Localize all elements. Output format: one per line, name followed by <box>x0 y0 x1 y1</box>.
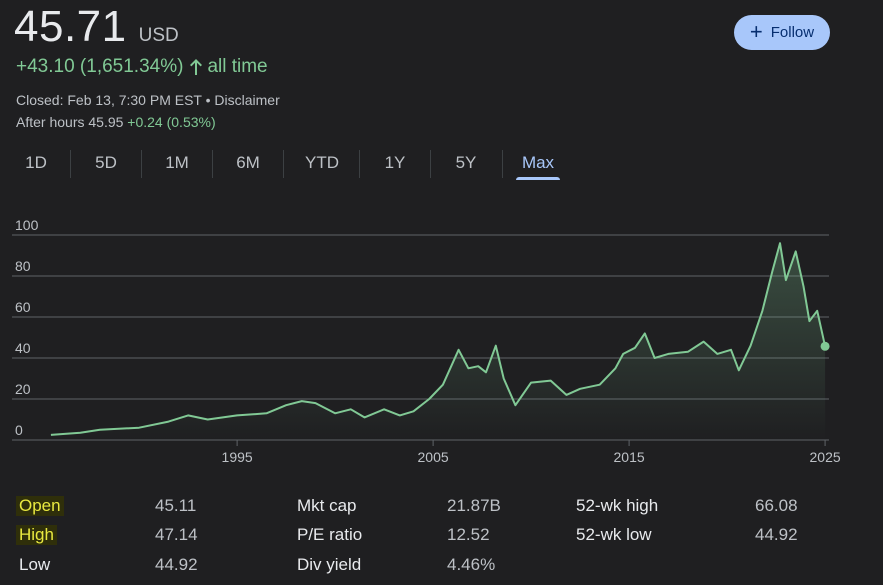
stat-divyield-label: Div yield <box>297 555 362 574</box>
stat-pe-value: 12.52 <box>447 525 490 544</box>
stat-low-label: Low <box>19 555 51 574</box>
x-tick-label: 1995 <box>222 449 253 465</box>
y-tick-label: 20 <box>15 381 31 397</box>
tab-1d[interactable]: 1D <box>14 146 58 180</box>
y-axis-labels: 0 20 40 60 80 100 <box>15 220 39 438</box>
stat-open-value: 45.11 <box>155 496 197 515</box>
tab-max[interactable]: Max <box>516 146 560 180</box>
separator-dot: • <box>201 92 215 108</box>
tab-1y[interactable]: 1Y <box>373 146 417 180</box>
price-area <box>50 243 826 440</box>
price-change: +43.10 (1,651.34%) all time <box>16 56 268 78</box>
x-axis-labels: 1995 2005 2015 2025 <box>222 440 841 465</box>
tab-divider <box>430 150 431 178</box>
stat-high-value: 47.14 <box>155 525 198 544</box>
stat-high-label: High <box>16 525 57 545</box>
tab-divider <box>283 150 284 178</box>
y-tick-label: 100 <box>15 220 39 233</box>
after-hours-change: +0.24 (0.53%) <box>127 114 216 130</box>
closed-time: Closed: Feb 13, 7:30 PM EST <box>16 92 202 108</box>
stat-mktcap-value: 21.87B <box>447 496 501 515</box>
stat-mktcap-label: Mkt cap <box>297 496 357 515</box>
time-range-tabs: 1D 5D 1M 6M YTD 1Y 5Y Max <box>0 146 600 182</box>
y-tick-label: 80 <box>15 258 31 274</box>
arrow-up-icon <box>189 58 203 76</box>
currency-label: USD <box>138 25 179 46</box>
last-price-dot <box>820 341 830 351</box>
stat-divyield-value: 4.46% <box>447 555 496 574</box>
price-chart[interactable]: 0 20 40 60 80 100 1995 2005 2015 2025 <box>0 220 883 470</box>
stat-52wk-low-value: 44.92 <box>755 525 798 544</box>
price-header: 45.71 USD <box>14 2 179 52</box>
tab-divider <box>141 150 142 178</box>
y-tick-label: 0 <box>15 422 23 438</box>
tab-ytd[interactable]: YTD <box>297 146 347 180</box>
tab-divider <box>502 150 503 178</box>
after-hours-info: After hours 45.95 +0.24 (0.53%) <box>16 114 216 130</box>
tab-1m[interactable]: 1M <box>155 146 199 180</box>
follow-button[interactable]: + Follow <box>734 15 830 50</box>
follow-label: Follow <box>770 24 815 41</box>
after-hours-price: After hours 45.95 <box>16 114 124 130</box>
stat-pe-label: P/E ratio <box>297 525 363 544</box>
stat-52wk-high-value: 66.08 <box>755 496 798 515</box>
stat-low-value: 44.92 <box>155 555 198 574</box>
change-value: +43.10 (1,651.34%) <box>16 56 184 77</box>
x-tick-label: 2025 <box>810 449 841 465</box>
x-tick-label: 2015 <box>614 449 645 465</box>
stat-open-label: Open <box>16 496 64 516</box>
disclaimer-link[interactable]: Disclaimer <box>214 92 279 108</box>
tab-5y[interactable]: 5Y <box>444 146 488 180</box>
x-tick-label: 2005 <box>418 449 449 465</box>
current-price: 45.71 <box>14 2 127 51</box>
tab-6m[interactable]: 6M <box>226 146 270 180</box>
close-info: Closed: Feb 13, 7:30 PM EST • Disclaimer <box>16 92 280 108</box>
y-tick-label: 40 <box>15 340 31 356</box>
plus-icon: + <box>749 18 763 44</box>
y-tick-label: 60 <box>15 299 31 315</box>
stats-table: Open 45.11 High 47.14 Low 44.92 Mkt cap … <box>0 486 883 585</box>
tab-5d[interactable]: 5D <box>84 146 128 180</box>
tab-divider <box>359 150 360 178</box>
tab-divider <box>212 150 213 178</box>
stat-52wk-low-label: 52-wk low <box>576 525 652 544</box>
tab-divider <box>70 150 71 178</box>
change-period: all time <box>207 56 268 77</box>
stat-52wk-high-label: 52-wk high <box>576 496 659 515</box>
